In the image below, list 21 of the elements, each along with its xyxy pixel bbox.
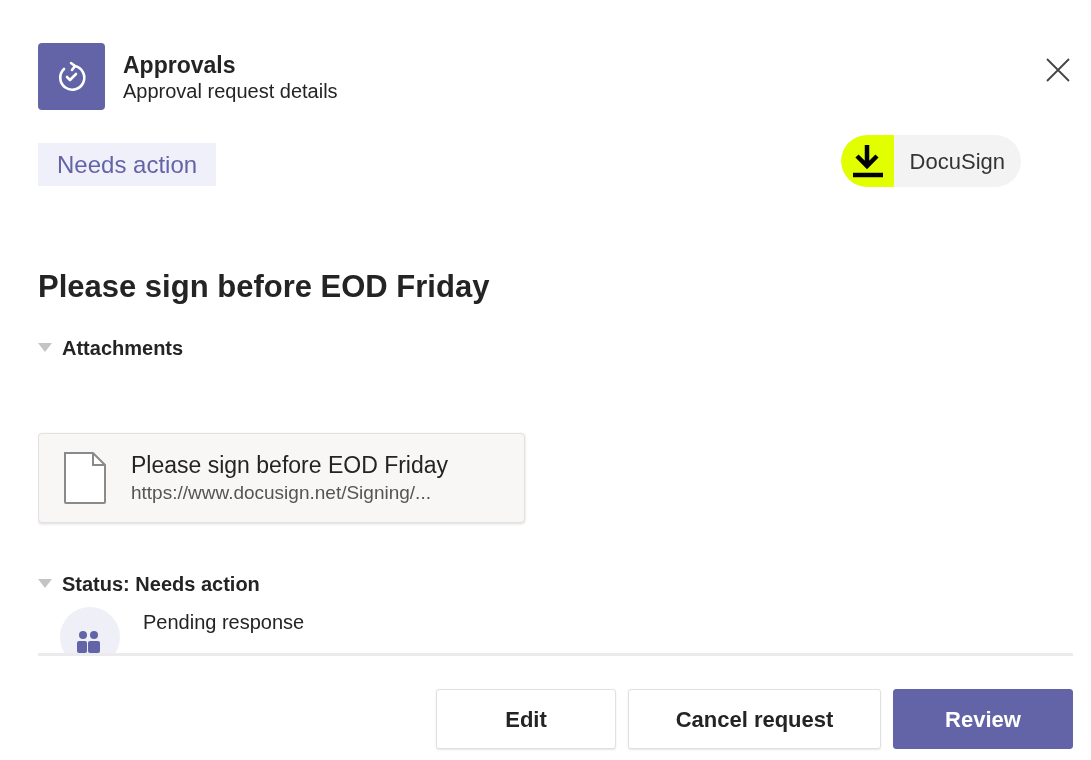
response-status: Pending response — [143, 610, 305, 635]
status-badge: Needs action — [38, 143, 217, 186]
app-icon — [38, 43, 105, 110]
download-icon — [840, 135, 894, 187]
attachment-name: Please sign before EOD Friday — [131, 451, 449, 480]
section-header[interactable]: Attachments — [62, 333, 184, 363]
request-title: Please sign before EOD Friday — [38, 268, 491, 306]
provider-name: DocuSign — [909, 147, 1005, 176]
secondary-button[interactable]: Edit — [436, 689, 616, 749]
primary-button[interactable]: Review — [893, 689, 1073, 749]
app-name: Approvals — [123, 51, 237, 79]
expanded-caret-icon[interactable] — [38, 343, 52, 353]
group-avatar — [60, 607, 120, 653]
subtitle: Approval request details — [123, 79, 338, 103]
attachment-url: https://www.docusign.net/Signing/... — [131, 481, 432, 505]
section-header[interactable]: Status: Needs action — [62, 569, 260, 599]
secondary-button[interactable]: Cancel request — [628, 689, 881, 749]
document-icon — [63, 451, 107, 505]
attachment-card[interactable]: Please sign before EOD Friday https://www.docusign.net/Signing/... — [38, 433, 525, 523]
close-button[interactable] — [1045, 57, 1071, 83]
expanded-caret-icon[interactable] — [38, 579, 52, 589]
